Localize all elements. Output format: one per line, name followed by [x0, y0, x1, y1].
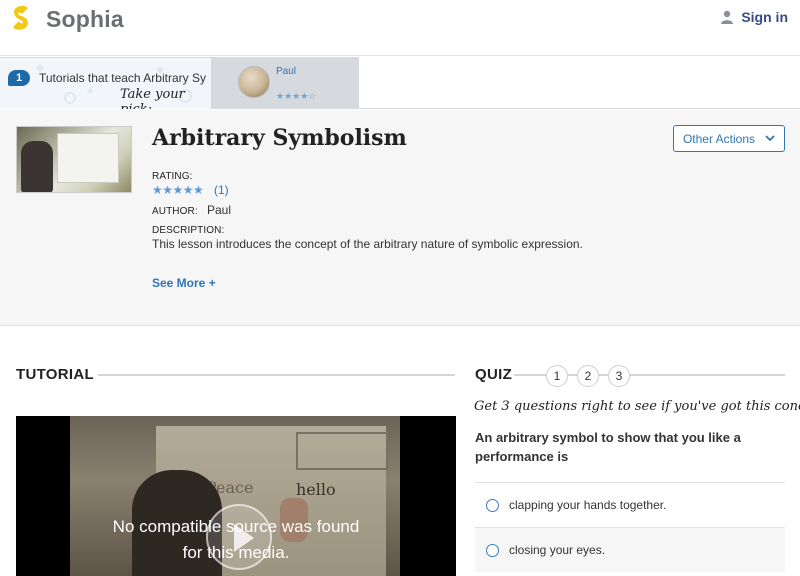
video-player[interactable]: Peace hello No compatible source was fou… — [16, 416, 456, 576]
other-actions-button[interactable]: Other Actions — [673, 125, 785, 152]
sign-in-button[interactable]: Sign in — [721, 7, 788, 27]
tutorial-card-author: Paul — [276, 66, 297, 77]
radio-button[interactable] — [486, 499, 499, 512]
tutorial-heading: TUTORIAL — [16, 366, 94, 383]
site-header: Sophia Sign in — [0, 0, 800, 56]
quiz-question-3-button[interactable]: 3 — [608, 365, 630, 387]
sophia-logo-icon — [13, 5, 28, 30]
quiz-question-text: An arbitrary symbol to show that you lik… — [475, 430, 741, 464]
page: Sophia Sign in 1 Tutorials that teach Ar… — [0, 0, 800, 576]
see-more-link[interactable]: See More + — [152, 276, 216, 290]
tutorial-count-badge: 1 — [8, 70, 30, 86]
quiz-question-2-button[interactable]: 2 — [577, 365, 599, 387]
radio-button[interactable] — [486, 544, 499, 557]
quiz-answer-label: closing your eyes. — [509, 543, 606, 557]
video-error-message: No compatible source was found for this … — [16, 514, 456, 566]
quiz-answer-option[interactable]: clapping your hands together. — [475, 482, 785, 527]
video-error-line-1: No compatible source was found — [112, 517, 360, 536]
tutorial-picker-intro: 1 Tutorials that teach Arbitrary Sy Take… — [0, 57, 212, 109]
lesson-thumbnail — [16, 126, 132, 193]
thumbnail-presenter — [21, 141, 53, 192]
quiz-answer-option[interactable]: closing your eyes. — [475, 527, 785, 572]
video-error-line-2: for this media. — [182, 543, 290, 562]
quiz-answer-label: clapping your hands together. — [509, 498, 667, 512]
lesson-title: Arbitrary Symbolism — [152, 125, 407, 151]
take-your-pick-label: Take your pick: — [120, 87, 185, 109]
quiz-heading: QUIZ — [475, 366, 513, 383]
sign-in-label: Sign in — [741, 9, 788, 25]
tutorial-picker-strip: 1 Tutorials that teach Arbitrary Sy Take… — [0, 57, 800, 109]
author-name: Paul — [207, 203, 232, 217]
chevron-down-icon — [765, 135, 775, 142]
lesson-description: This lesson introduces the concept of th… — [152, 237, 583, 251]
author-label: AUTHOR: — [152, 206, 198, 217]
thumbnail-whiteboard — [57, 133, 119, 183]
quiz-question-1-button[interactable]: 1 — [546, 365, 568, 387]
other-actions-label: Other Actions — [682, 131, 756, 146]
tutorial-picker-title: Tutorials that teach Arbitrary Sy — [39, 71, 206, 85]
quiz-hint: Get 3 questions right to see if you've g… — [474, 399, 800, 414]
tutorial-card-rating-stars: ★★★★☆ — [276, 91, 317, 101]
rating-label: RATING: — [152, 171, 193, 182]
tutorial-card-paul[interactable]: Paul ★★★★☆ — [212, 57, 359, 109]
logo-text: Sophia — [46, 6, 124, 32]
description-label: DESCRIPTION: — [152, 225, 225, 236]
user-icon — [721, 10, 734, 24]
sophia-logo[interactable]: Sophia — [10, 4, 124, 32]
video-board-writing-right: hello — [296, 480, 336, 499]
rating-count-link[interactable]: (1) — [214, 183, 229, 197]
lesson-info-panel: Arbitrary Symbolism Other Actions RATING… — [0, 110, 800, 326]
video-sign-card — [296, 432, 388, 470]
tutorial-heading-rule — [98, 374, 455, 376]
rating-stars: ★★★★★ — [152, 183, 204, 197]
author-avatar — [238, 66, 270, 98]
